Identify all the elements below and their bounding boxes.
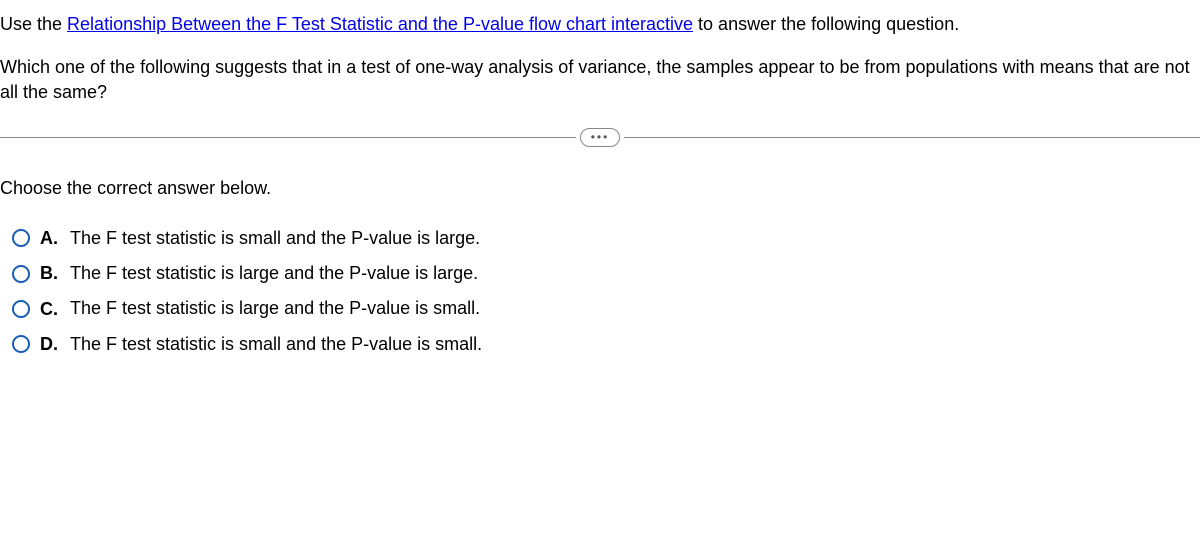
divider-line-left: [0, 137, 576, 138]
divider: •••: [0, 126, 1200, 150]
options-group: A. The F test statistic is small and the…: [0, 227, 1200, 357]
question-text: Which one of the following suggests that…: [0, 55, 1200, 105]
intro-suffix: to answer the following question.: [693, 14, 959, 34]
option-letter: B.: [40, 263, 62, 284]
radio-icon[interactable]: [12, 229, 30, 247]
option-text: The F test statistic is small and the P-…: [70, 333, 482, 356]
ellipsis-button[interactable]: •••: [580, 128, 621, 146]
option-letter: A.: [40, 228, 62, 249]
option-text: The F test statistic is small and the P-…: [70, 227, 480, 250]
radio-icon[interactable]: [12, 300, 30, 318]
radio-icon[interactable]: [12, 265, 30, 283]
divider-line-right: [624, 137, 1200, 138]
question-intro: Use the Relationship Between the F Test …: [0, 12, 1200, 37]
radio-icon[interactable]: [12, 335, 30, 353]
option-text: The F test statistic is large and the P-…: [70, 297, 480, 320]
intro-prefix: Use the: [0, 14, 67, 34]
option-b[interactable]: B. The F test statistic is large and the…: [12, 262, 1200, 285]
option-text: The F test statistic is large and the P-…: [70, 262, 478, 285]
option-letter: C.: [40, 299, 62, 320]
interactive-link[interactable]: Relationship Between the F Test Statisti…: [67, 14, 693, 34]
option-c[interactable]: C. The F test statistic is large and the…: [12, 297, 1200, 320]
option-letter: D.: [40, 334, 62, 355]
option-d[interactable]: D. The F test statistic is small and the…: [12, 333, 1200, 356]
option-a[interactable]: A. The F test statistic is small and the…: [12, 227, 1200, 250]
instruction-text: Choose the correct answer below.: [0, 178, 1200, 199]
